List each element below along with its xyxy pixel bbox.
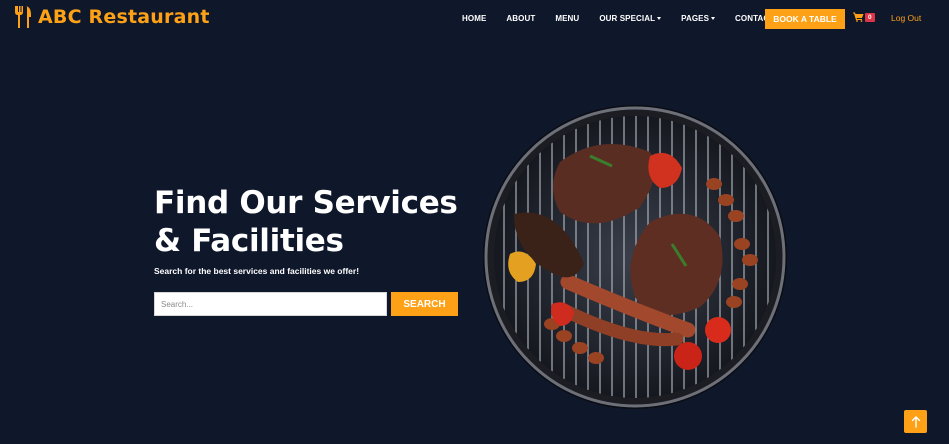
nav-menu[interactable]: MENU	[555, 14, 579, 23]
nav-links: HOME ABOUT MENU OUR SPECIAL PAGES CONTAC…	[462, 0, 794, 37]
grilled-food-image	[483, 105, 787, 409]
caret-down-icon	[711, 17, 716, 20]
search-button[interactable]: SEARCH	[391, 292, 458, 316]
brand-name: ABC Restaurant	[38, 6, 210, 28]
cart-link[interactable]: 0	[853, 12, 875, 22]
book-table-button[interactable]: BOOK A TABLE	[765, 9, 845, 29]
logout-link[interactable]: Log Out	[891, 13, 921, 23]
nav-about-label: ABOUT	[506, 14, 536, 23]
nav-our-special-label: OUR SPECIAL	[599, 14, 656, 23]
utensils-icon	[15, 6, 31, 28]
nav-pages-label: PAGES	[681, 14, 710, 23]
search-input[interactable]	[154, 292, 387, 316]
caret-down-icon	[657, 17, 662, 20]
nav-pages-dropdown[interactable]: PAGES	[681, 14, 716, 23]
nav-menu-label: MENU	[555, 14, 580, 23]
nav-about[interactable]: ABOUT	[506, 14, 535, 23]
nav-home-label: HOME	[462, 14, 487, 23]
nav-home[interactable]: HOME	[462, 14, 486, 23]
navbar: ABC Restaurant HOME ABOUT MENU OUR SPECI…	[0, 0, 949, 37]
cart-icon	[853, 12, 864, 22]
arrow-up-icon	[911, 415, 920, 428]
back-to-top-button[interactable]	[904, 410, 927, 433]
nav-our-special-dropdown[interactable]: OUR SPECIAL	[599, 14, 662, 23]
cart-count-badge: 0	[865, 12, 875, 22]
hero-subtitle: Search for the best services and facilit…	[154, 266, 360, 276]
brand-logo[interactable]: ABC Restaurant	[14, 6, 210, 28]
hero-title: Find Our Services & Facilities	[154, 185, 458, 259]
